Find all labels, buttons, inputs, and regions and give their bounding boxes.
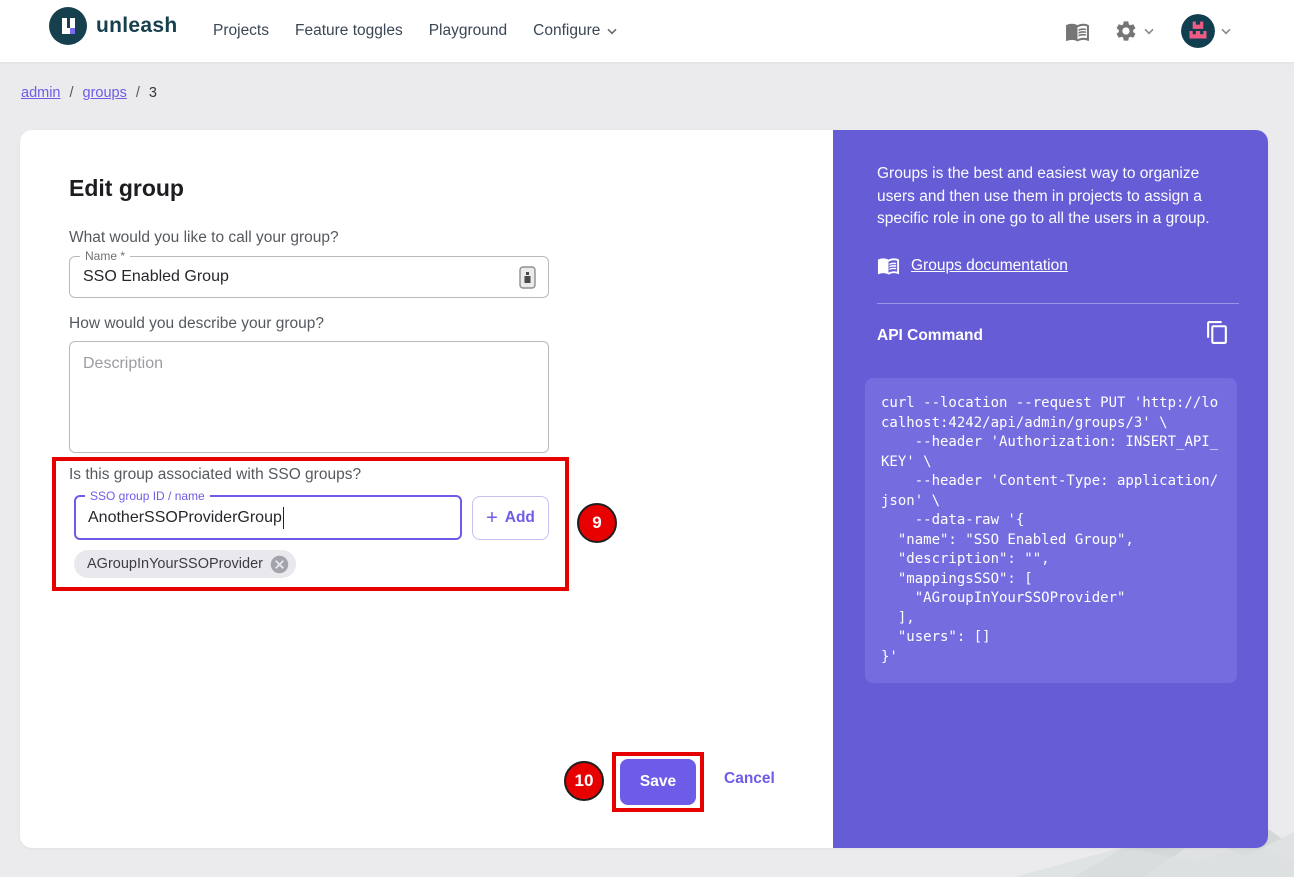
edit-group-card: Edit group What would you like to call y… [20, 130, 1268, 848]
book-icon [877, 254, 900, 277]
chevron-down-icon [604, 23, 620, 39]
annotation-step-10: 10 [564, 761, 604, 801]
navbar-right [1065, 0, 1234, 62]
add-button-label: Add [505, 509, 535, 527]
sso-group-input[interactable]: AnotherSSOProviderGroup [76, 509, 282, 527]
primary-nav: Projects Feature toggles Playground Conf… [213, 0, 620, 62]
name-question-label: What would you like to call your group? [69, 229, 339, 247]
breadcrumb-current: 3 [149, 85, 157, 101]
chip-remove-button[interactable] [269, 554, 290, 575]
password-manager-icon[interactable] [519, 266, 536, 289]
groups-description-text: Groups is the best and easiest way to or… [877, 163, 1233, 231]
breadcrumb-separator: / [136, 85, 140, 101]
nav-item-playground[interactable]: Playground [429, 22, 507, 40]
sso-field-label: SSO group ID / name [85, 489, 210, 503]
text-caret [283, 507, 285, 529]
annotation-step-9: 9 [577, 503, 617, 543]
api-command-title: API Command [877, 327, 983, 345]
breadcrumb-groups[interactable]: groups [83, 85, 127, 101]
groups-info-sidebar: Groups is the best and easiest way to or… [833, 130, 1268, 848]
group-name-input[interactable] [70, 268, 490, 286]
sso-question-label: Is this group associated with SSO groups… [69, 466, 361, 484]
profile-menu-button[interactable] [1181, 14, 1234, 48]
settings-menu-button[interactable] [1114, 19, 1157, 43]
sidebar-divider [877, 303, 1239, 304]
breadcrumb: admin / groups / 3 [21, 85, 157, 101]
breadcrumb-admin[interactable]: admin [21, 85, 61, 101]
book-icon [1065, 19, 1090, 44]
nav-item-configure-label: Configure [533, 22, 600, 40]
chip-label: AGroupInYourSSOProvider [87, 556, 263, 572]
close-circle-icon [269, 554, 290, 575]
nav-item-projects[interactable]: Projects [213, 22, 269, 40]
plus-icon: + [486, 508, 498, 528]
chevron-down-icon [1218, 23, 1234, 39]
nav-item-configure[interactable]: Configure [533, 22, 620, 40]
add-sso-group-button[interactable]: + Add [472, 496, 549, 540]
nav-item-feature-toggles[interactable]: Feature toggles [295, 22, 403, 40]
copy-command-button[interactable] [1205, 320, 1230, 350]
name-field-label: Name * [80, 249, 130, 263]
groups-documentation-label: Groups documentation [911, 257, 1068, 275]
sso-group-chip: AGroupInYourSSOProvider [74, 550, 296, 578]
group-description-textarea[interactable] [69, 341, 549, 453]
cancel-button[interactable]: Cancel [724, 770, 775, 788]
top-navbar: unleash Projects Feature toggles Playgro… [0, 0, 1294, 62]
brand-name: unleash [96, 14, 177, 38]
save-button[interactable]: Save [620, 759, 696, 805]
avatar [1181, 14, 1215, 48]
chevron-down-icon [1141, 23, 1157, 39]
api-command-code: curl --location --request PUT 'http://lo… [865, 378, 1237, 683]
description-question-label: How would you describe your group? [69, 315, 324, 333]
documentation-button[interactable] [1065, 19, 1090, 44]
groups-documentation-link[interactable]: Groups documentation [877, 254, 1068, 277]
sso-group-field[interactable]: SSO group ID / name AnotherSSOProviderGr… [74, 495, 462, 540]
gear-icon [1114, 19, 1138, 43]
unleash-logo[interactable]: unleash [49, 7, 177, 45]
breadcrumb-separator: / [70, 85, 74, 101]
copy-icon [1205, 320, 1230, 345]
unleash-logo-icon [49, 7, 87, 45]
page-title: Edit group [69, 175, 184, 202]
group-name-field[interactable]: Name * [69, 256, 549, 298]
